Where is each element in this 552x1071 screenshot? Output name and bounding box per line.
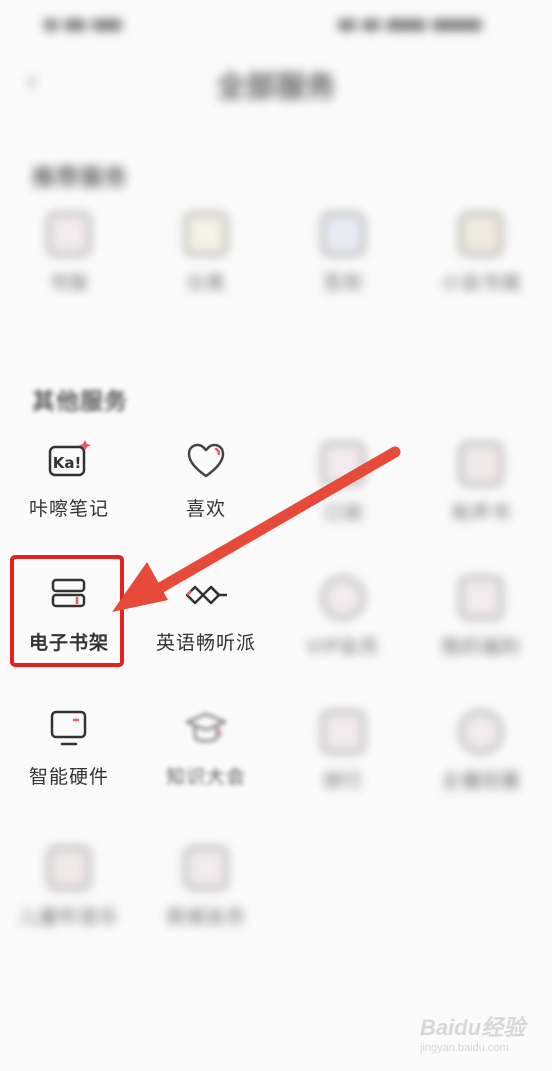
- service-label: 主播招募: [440, 770, 521, 792]
- infinity-icon: [183, 572, 229, 618]
- watermark-url: jingyan.baidu.com: [420, 1042, 509, 1054]
- service-item[interactable]: 有声书: [416, 438, 546, 525]
- service-item[interactable]: 儿童听音乐: [4, 842, 134, 929]
- service-label: VIP会员: [306, 636, 380, 658]
- service-item[interactable]: 书架: [4, 208, 134, 295]
- service-label: 分类: [185, 272, 226, 294]
- service-label: 小说书城: [440, 272, 521, 294]
- service-item[interactable]: 我的福利: [416, 572, 546, 659]
- service-label: 我的福利: [440, 636, 521, 658]
- blurred-service-icon: [320, 442, 366, 488]
- blurred-service-icon: [46, 846, 92, 892]
- service-label: 英语畅听派: [155, 632, 256, 654]
- service-item[interactable]: 订阅: [278, 438, 408, 525]
- service-label: 商城会员: [165, 906, 246, 928]
- watermark-brand-cn: 经验: [481, 1015, 526, 1040]
- baidu-watermark: Baidu经验 jingyan.baidu.com: [420, 1010, 540, 1060]
- service-label: 智能硬件: [28, 766, 109, 788]
- service-label: 咔嚓笔记: [28, 498, 109, 520]
- service-label: 签到: [322, 272, 363, 294]
- service-item-ka-note[interactable]: Ka! 咔嚓笔记: [4, 438, 134, 521]
- blurred-service-icon: [458, 442, 504, 488]
- blurred-service-icon: [458, 212, 504, 258]
- blurred-service-icon: [183, 846, 229, 892]
- service-item-smart-hardware[interactable]: 智能硬件: [4, 706, 134, 789]
- service-label: 排行: [322, 770, 363, 792]
- page-title: 全部服务: [216, 70, 336, 105]
- status-bar-left: [44, 14, 154, 34]
- service-item-knowledge[interactable]: 知识大会: [141, 706, 271, 789]
- monitor-icon: [46, 706, 92, 752]
- service-label: 书架: [48, 272, 89, 294]
- blurred-service-icon: [183, 212, 229, 258]
- graduation-cap-icon: [183, 706, 229, 752]
- service-item-like[interactable]: 喜欢: [141, 438, 271, 521]
- blurred-service-icon: [320, 212, 366, 258]
- service-item[interactable]: 排行: [278, 706, 408, 793]
- service-item[interactable]: 商城会员: [141, 842, 271, 929]
- highlight-box: [10, 555, 124, 667]
- service-item[interactable]: 小说书城: [416, 208, 546, 295]
- blurred-service-icon: [320, 576, 366, 622]
- service-label: 儿童听音乐: [18, 906, 119, 928]
- service-item[interactable]: 签到: [278, 208, 408, 295]
- heart-icon: [183, 438, 229, 484]
- service-label: 有声书: [450, 502, 511, 524]
- service-item[interactable]: VIP会员: [278, 572, 408, 659]
- watermark-brand: Baidu: [420, 1015, 482, 1040]
- section-title-other: 其他服务: [32, 389, 128, 415]
- svg-text:Ka!: Ka!: [53, 454, 82, 472]
- service-item[interactable]: 分类: [141, 208, 271, 295]
- blurred-service-icon: [46, 212, 92, 258]
- blurred-service-icon: [458, 576, 504, 622]
- status-bar-right: [338, 14, 508, 34]
- service-item[interactable]: 主播招募: [416, 706, 546, 793]
- service-item-english[interactable]: 英语畅听派: [141, 572, 271, 655]
- section-title-recommend: 推荐服务: [32, 165, 128, 191]
- service-label: 订阅: [322, 502, 363, 524]
- blurred-service-icon: [458, 710, 504, 756]
- blurred-service-icon: [320, 710, 366, 756]
- service-label: 喜欢: [185, 498, 226, 520]
- ka-note-icon: Ka!: [46, 438, 92, 484]
- service-label: 知识大会: [165, 766, 246, 788]
